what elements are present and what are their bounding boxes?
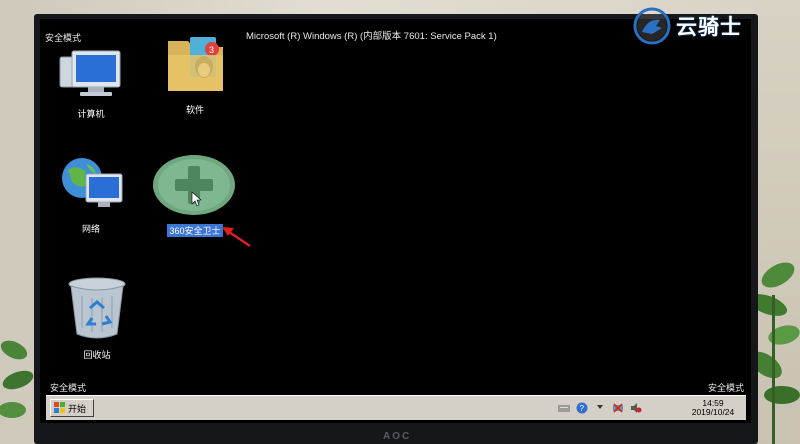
- monitor-brand-logo: AOC: [383, 431, 412, 442]
- desktop-icon-label: 计算机: [77, 109, 105, 119]
- watermark-text: 云骑士: [676, 16, 742, 39]
- watermark-logo: 云骑士: [632, 6, 742, 46]
- desktop-screen: 安全模式 Microsoft (R) Windows (R) (内部版本 760…: [40, 19, 751, 423]
- desktop-icon-label-selected: 360安全卫士: [167, 224, 223, 237]
- start-button[interactable]: 开始: [50, 399, 94, 417]
- safe-mode-label-bottom-right: 安全模式: [707, 383, 744, 393]
- safe-mode-label-bottom-left: 安全模式: [50, 383, 87, 393]
- desktop-icon-label: 网络: [81, 224, 100, 234]
- svg-text:?: ?: [580, 404, 585, 413]
- desktop-icon-recycle-bin[interactable]: 回收站: [52, 274, 142, 363]
- annotation-arrow-icon: [222, 227, 251, 248]
- keyboard-icon[interactable]: [558, 402, 570, 414]
- desktop-icon-label: 软件: [185, 105, 204, 115]
- computer-icon: [59, 50, 121, 96]
- desktop-icon-network[interactable]: 网络: [46, 154, 136, 237]
- network-icon: [62, 158, 123, 207]
- safe-mode-label-top-left: 安全模式: [45, 33, 82, 43]
- knight-rider-logo-icon: [633, 7, 671, 45]
- recycle-bin-icon: [68, 277, 126, 339]
- desktop-icon-label: 回收站: [83, 350, 111, 360]
- volume-icon[interactable]: [630, 402, 642, 414]
- folder-icon: 3: [168, 37, 223, 91]
- taskbar: 开始 ? 14:59 2019/10/24: [46, 395, 746, 420]
- network-status-icon[interactable]: [612, 402, 624, 414]
- plant-left: [0, 340, 34, 418]
- 360-security-icon: [153, 155, 235, 215]
- build-info: Microsoft (R) Windows (R) (内部版本 7601: Se…: [246, 31, 497, 42]
- start-button-label: 开始: [68, 403, 87, 414]
- desktop-icon-computer[interactable]: 计算机: [46, 49, 136, 122]
- svg-text:3: 3: [209, 45, 214, 55]
- tray-expand-icon[interactable]: [594, 402, 606, 414]
- clock[interactable]: 14:59 2019/10/24: [682, 399, 744, 417]
- desktop-icon-software[interactable]: 3 软件: [150, 33, 240, 118]
- help-icon[interactable]: ?: [576, 402, 588, 414]
- windows-logo-icon: [54, 402, 65, 413]
- system-tray: ? 14:59 2019/10/24: [558, 398, 744, 418]
- clock-date: 2019/10/24: [691, 407, 735, 417]
